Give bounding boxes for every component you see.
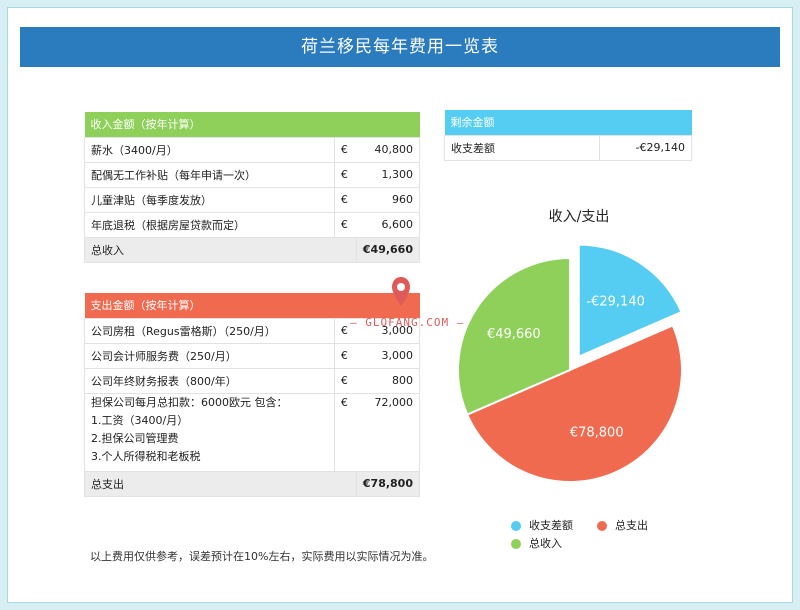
- expense-header: 支出金额（按年计算）: [84, 293, 420, 318]
- table-row: 公司年终财务报表（800/年） € 800: [84, 367, 421, 394]
- row-label: 薪水（3400/月）: [84, 136, 335, 163]
- row-amount: 960: [356, 186, 421, 213]
- row-currency: €: [333, 342, 357, 369]
- table-row: 年底退税（根据房屋贷款而定） € 6,600: [84, 211, 421, 238]
- balance-header-row: 剩余金额: [444, 110, 692, 135]
- row-line: 担保公司每月总扣款：6000欧元 包含：: [91, 395, 288, 409]
- page-title: 荷兰移民每年费用一览表: [20, 27, 780, 67]
- row-amount: 40,800: [356, 136, 421, 163]
- income-header: 收入金额（按年计算）: [84, 112, 420, 137]
- income-total-value: €49,660: [356, 236, 421, 263]
- chart-title: 收入/支出: [548, 209, 610, 225]
- table-row: 儿童津贴（每季度发放） € 960: [84, 186, 421, 213]
- row-amount: 1,300: [356, 161, 421, 188]
- row-label: 公司会计师服务费（250/月）: [84, 342, 335, 369]
- row-label: 年底退税（根据房屋贷款而定）: [84, 211, 335, 238]
- income-header-row: 收入金额（按年计算）: [84, 112, 420, 137]
- pie-chart: -€29,140 €78,800 €49,660: [457, 243, 683, 483]
- pie-data-label: €49,660: [487, 327, 541, 342]
- row-line: 2.担保公司管理费: [91, 431, 179, 445]
- row-line: 3.个人所得税和老板税: [91, 449, 201, 463]
- row-currency: €: [333, 392, 357, 472]
- table-row: 公司会计师服务费（250/月） € 3,000: [84, 342, 421, 369]
- legend-label: 总收入: [529, 537, 562, 550]
- row-currency: €: [333, 136, 357, 163]
- row-amount: 72,000: [356, 392, 421, 472]
- expense-header-row: 支出金额（按年计算）: [84, 293, 420, 318]
- row-label: 公司年终财务报表（800/年）: [84, 367, 335, 394]
- watermark-text: — GLOFANG.COM —: [350, 316, 465, 329]
- legend-item-income: 总收入: [511, 535, 562, 551]
- income-total-row: 总收入 €49,660: [84, 236, 421, 263]
- pie-data-label: -€29,140: [586, 294, 644, 309]
- legend-label: 总支出: [615, 519, 648, 532]
- row-amount: 800: [356, 367, 421, 394]
- table-row: 收支差额 -€29,140: [444, 134, 692, 161]
- income-total-label: 总收入: [84, 236, 357, 263]
- legend-item-expense: 总支出: [597, 517, 648, 533]
- legend-label: 收支差额: [529, 519, 573, 532]
- legend-dot: [511, 539, 521, 549]
- row-line: 1.工资（3400/月）: [91, 413, 189, 427]
- footnote: 以上费用仅供参考，误差预计在10%左右，实际费用以实际情况为准。: [90, 550, 434, 563]
- row-amount: 6,600: [356, 211, 421, 238]
- legend-item-balance: 收支差额: [511, 517, 573, 533]
- row-label: 配偶无工作补贴（每年申请一次）: [84, 161, 335, 188]
- pie-data-label: €78,800: [570, 426, 624, 441]
- row-label: 儿童津贴（每季度发放）: [84, 186, 335, 213]
- row-amount: 3,000: [356, 342, 421, 369]
- legend-dot: [511, 521, 521, 531]
- row-currency: €: [333, 367, 357, 394]
- table-row: 配偶无工作补贴（每年申请一次） € 1,300: [84, 161, 421, 188]
- map-pin-logo-icon: [392, 277, 410, 306]
- row-currency: €: [333, 186, 357, 213]
- table-row: 薪水（3400/月） € 40,800: [84, 136, 421, 163]
- expense-total-value: €78,800: [356, 470, 421, 497]
- legend-dot: [597, 521, 607, 531]
- row-currency: €: [333, 211, 357, 238]
- row-currency: €: [333, 161, 357, 188]
- balance-label: 收支差额: [444, 134, 600, 161]
- expense-total-row: 总支出 €78,800: [84, 470, 421, 497]
- income-table: 收入金额（按年计算） 薪水（3400/月） € 40,800 配偶无工作补贴（每…: [84, 112, 421, 263]
- row-label: 公司房租（Regus雷格斯）（250/月）: [84, 317, 335, 344]
- expense-total-label: 总支出: [84, 470, 357, 497]
- table-row: 担保公司每月总扣款：6000欧元 包含： 1.工资（3400/月） 2.担保公司…: [84, 392, 421, 472]
- balance-header: 剩余金额: [444, 110, 692, 135]
- row-label-multiline: 担保公司每月总扣款：6000欧元 包含： 1.工资（3400/月） 2.担保公司…: [84, 392, 335, 472]
- balance-value: -€29,140: [599, 134, 692, 161]
- balance-table: 剩余金额 收支差额 -€29,140: [444, 110, 692, 161]
